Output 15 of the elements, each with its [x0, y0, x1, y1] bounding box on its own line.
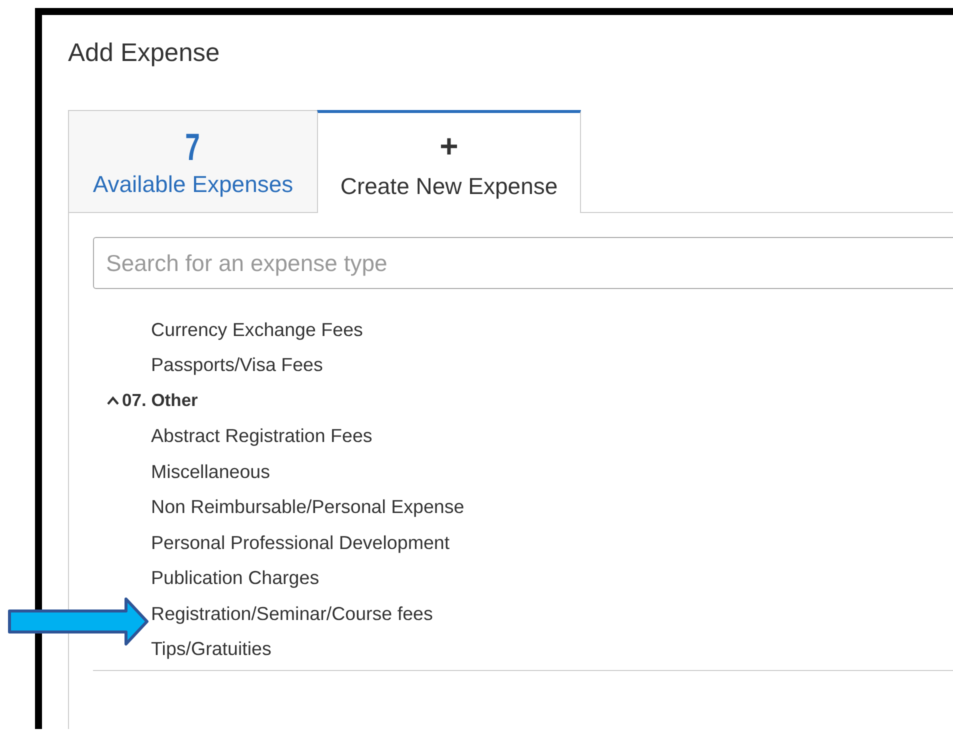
- expense-type-item[interactable]: Non Reimbursable/Personal Expense: [151, 496, 464, 518]
- tab[interactable]: 7 Available Expenses: [68, 110, 317, 213]
- expense-type-item[interactable]: Passports/Visa Fees: [151, 354, 323, 376]
- expense-type-item[interactable]: Personal Professional Development: [151, 532, 450, 554]
- search-field[interactable]: Search for an expense type: [93, 237, 953, 289]
- expense-type-item[interactable]: Currency Exchange Fees: [151, 318, 363, 341]
- expense-type-item[interactable]: Tips/Gratuities: [151, 638, 272, 660]
- expense-type-item[interactable]: Miscellaneous: [151, 460, 270, 483]
- expense-type-item[interactable]: Registration/Seminar/Course fees: [151, 602, 433, 625]
- tab[interactable]: + Create New Expense: [317, 110, 581, 213]
- category-header[interactable]: 07. Other: [107, 390, 198, 412]
- expense-type-item[interactable]: Publication Charges: [151, 567, 320, 590]
- expense-type-item[interactable]: Abstract Registration Fees: [151, 425, 372, 448]
- dialog-title: Add Expense: [68, 38, 220, 68]
- caret-up-icon: [107, 396, 119, 406]
